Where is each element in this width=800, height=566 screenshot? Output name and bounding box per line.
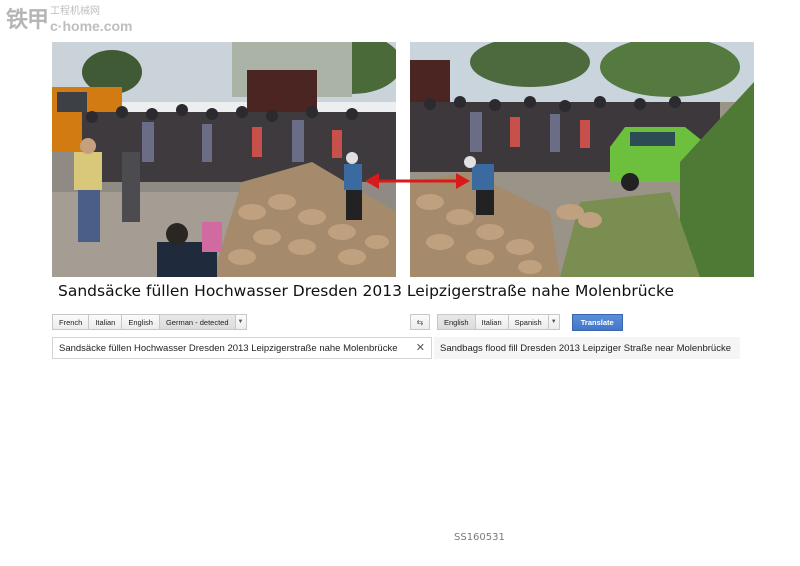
source-lang-french[interactable]: French [52, 314, 90, 330]
flood-photo-left [52, 42, 396, 277]
source-text: Sandsäcke füllen Hochwasser Dresden 2013… [59, 342, 398, 354]
watermark-bottom-text: c·home.com [50, 18, 133, 34]
watermark-main-text: 铁甲 [6, 8, 49, 33]
translated-text: Sandbags flood fill Dresden 2013 Leipzig… [440, 342, 731, 354]
source-lang-german-detected[interactable]: German - detected [158, 314, 236, 330]
source-language-bar: French Italian English German - detected… [52, 311, 247, 333]
source-text-input[interactable]: Sandsäcke füllen Hochwasser Dresden 2013… [52, 337, 432, 359]
source-lang-italian[interactable]: Italian [88, 314, 123, 330]
target-lang-dropdown[interactable]: ▼ [547, 314, 560, 330]
translate-button[interactable]: Translate [571, 313, 623, 331]
source-lang-english[interactable]: English [121, 314, 160, 330]
translation-output: Sandbags flood fill Dresden 2013 Leipzig… [434, 337, 740, 359]
flood-photo-right [410, 42, 754, 277]
target-language-bar: ⇆ English Italian Spanish ▼ Translate [410, 311, 623, 333]
photo-caption: Sandsäcke füllen Hochwasser Dresden 2013… [58, 282, 675, 300]
swap-icon: ⇆ [416, 317, 424, 327]
site-watermark-logo: 铁甲 工程机械网 c·home.com [6, 6, 132, 38]
target-lang-italian[interactable]: Italian [474, 314, 509, 330]
chevron-down-icon: ▼ [237, 319, 244, 325]
source-lang-dropdown[interactable]: ▼ [234, 314, 247, 330]
watermark-top-text: 工程机械网 [50, 6, 101, 17]
double-arrow-icon [365, 173, 470, 189]
target-lang-english[interactable]: English [437, 314, 476, 330]
chevron-down-icon: ▼ [550, 319, 557, 325]
slide-id-label: SS160531 [454, 532, 505, 543]
close-icon[interactable]: ✕ [416, 341, 425, 354]
target-lang-spanish[interactable]: Spanish [507, 314, 549, 330]
swap-languages-button[interactable]: ⇆ [410, 314, 430, 330]
